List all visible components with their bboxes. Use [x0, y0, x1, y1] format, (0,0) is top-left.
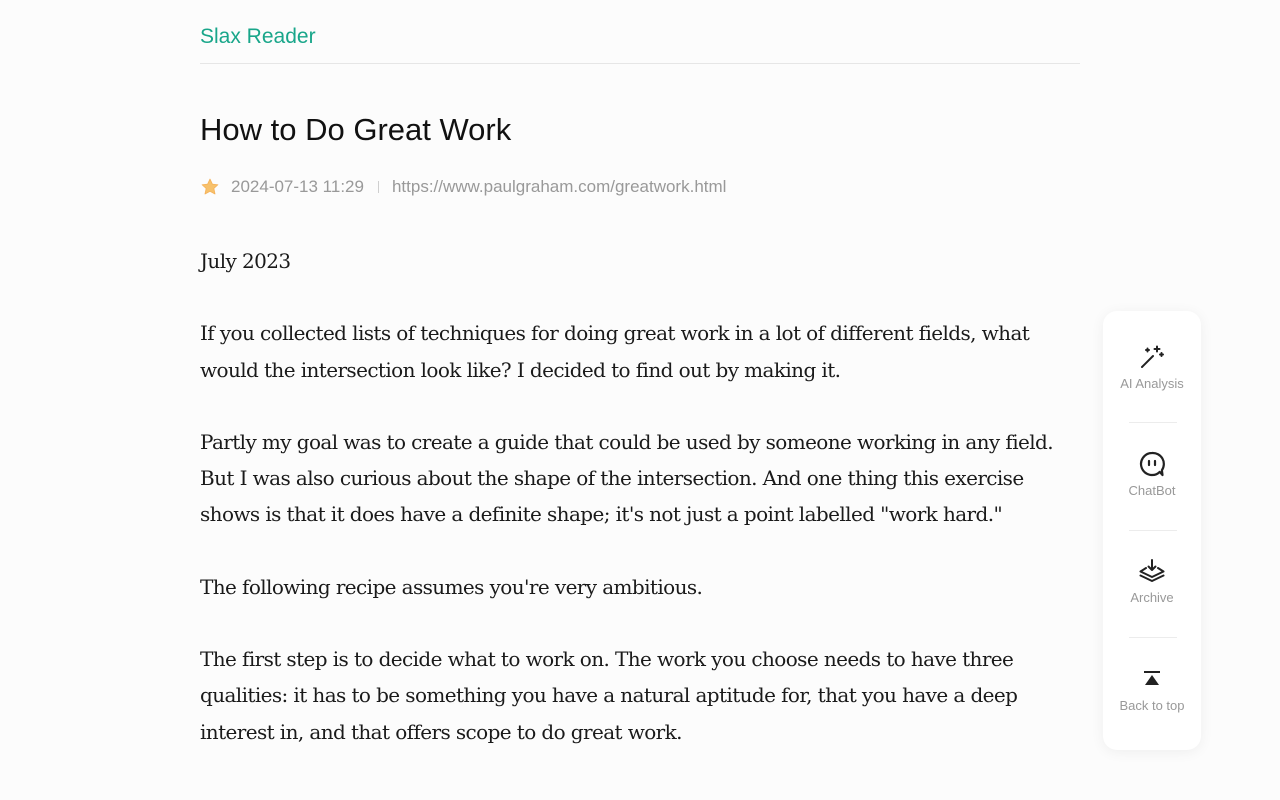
- chatbot-button[interactable]: ChatBot: [1103, 418, 1201, 525]
- article-paragraph: July 2023: [200, 249, 291, 273]
- chatbot-label: ChatBot: [1128, 483, 1176, 498]
- archive-button[interactable]: Archive: [1103, 525, 1201, 632]
- chatbot-icon: [1137, 449, 1167, 479]
- article-paragraph: Partly my goal was to create a guide tha…: [200, 429, 1054, 527]
- article-body: July 2023 If you collected lists of tech…: [200, 243, 1080, 750]
- article-paragraph: If you collected lists of techniques for…: [200, 321, 1030, 382]
- article-date: 2024-07-13 11:29: [231, 177, 364, 196]
- meta-divider: [377, 181, 379, 193]
- archive-icon: [1137, 556, 1167, 586]
- star-icon[interactable]: [200, 177, 220, 197]
- brand-logo[interactable]: Slax Reader: [200, 24, 316, 50]
- article: How to Do Great Work 2024-07-13 11:29 ht…: [200, 108, 1080, 786]
- header: Slax Reader: [200, 0, 1080, 64]
- article-paragraph: The following recipe assumes you're very…: [200, 574, 703, 599]
- tool-sidebar: AI Analysis ChatBot Archive Back to top: [1103, 311, 1201, 750]
- article-meta: 2024-07-13 11:29 https://www.paulgraham.…: [200, 175, 1080, 199]
- magic-wand-icon: [1137, 342, 1167, 372]
- article-paragraph: The first step is to decide what to work…: [200, 647, 1018, 744]
- archive-label: Archive: [1130, 590, 1174, 605]
- back-to-top-button[interactable]: Back to top: [1103, 633, 1201, 740]
- back-to-top-icon: [1137, 664, 1167, 694]
- source-url-link[interactable]: https://www.paulgraham.com/greatwork.htm…: [392, 177, 726, 197]
- ai-analysis-button[interactable]: AI Analysis: [1103, 311, 1201, 418]
- back-to-top-label: Back to top: [1119, 698, 1185, 713]
- article-title: How to Do Great Work: [200, 112, 512, 147]
- ai-analysis-label: AI Analysis: [1120, 376, 1184, 391]
